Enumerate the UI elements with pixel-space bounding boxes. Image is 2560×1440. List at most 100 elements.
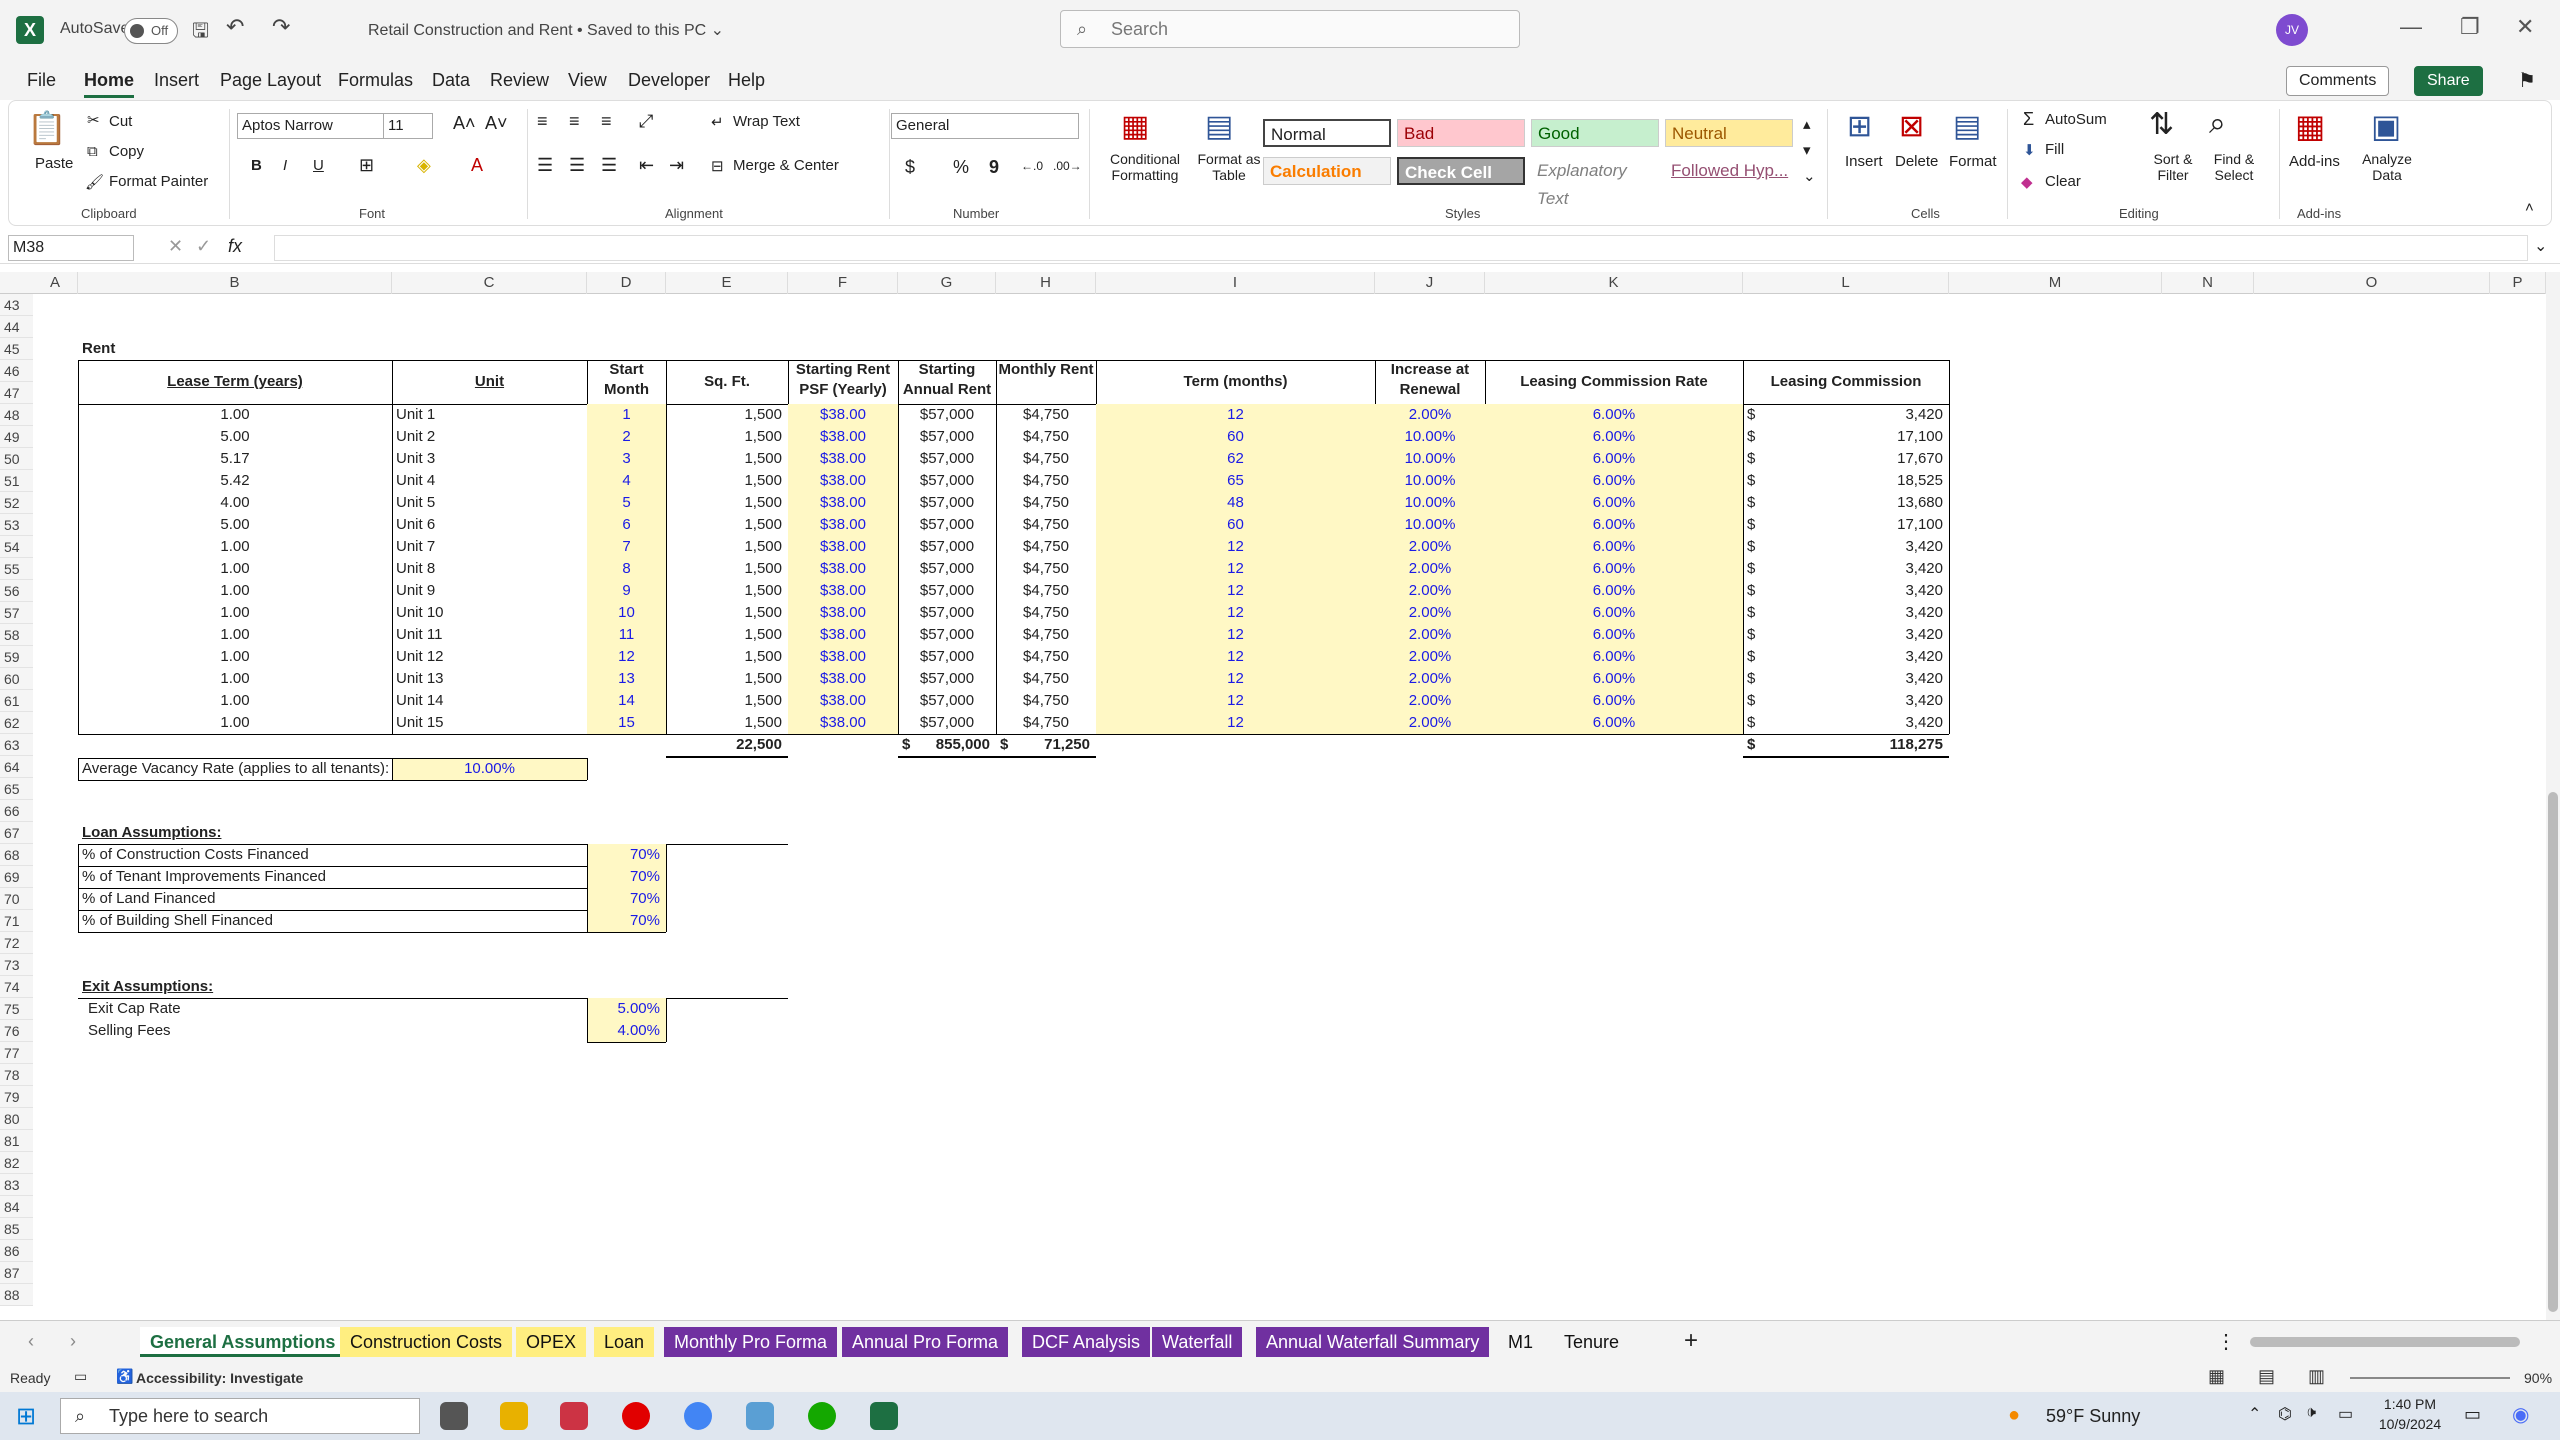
document-title[interactable]: Retail Construction and Rent • Saved to … bbox=[368, 20, 724, 40]
row-header[interactable]: 47 bbox=[0, 382, 33, 404]
styles-scroll-up-icon[interactable]: ▴ bbox=[1803, 115, 1811, 133]
italic-button[interactable]: I bbox=[283, 157, 287, 174]
tray-chevron-icon[interactable]: ⌃ bbox=[2248, 1404, 2261, 1424]
rent-cell[interactable]: 1.00 bbox=[78, 668, 392, 690]
row-header[interactable]: 81 bbox=[0, 1130, 33, 1152]
rent-cell[interactable]: $38.00 bbox=[788, 514, 898, 536]
merge-center-button[interactable]: Merge & Center bbox=[733, 157, 839, 174]
orientation-icon[interactable]: ⤢ bbox=[639, 111, 653, 132]
sheet-tab-general-assumptions[interactable]: General Assumptions bbox=[140, 1327, 346, 1357]
rent-cell[interactable]: 12 bbox=[1096, 558, 1375, 580]
loan-value[interactable]: 70% bbox=[587, 888, 666, 910]
increase-decimal-icon[interactable]: ←.0 bbox=[1021, 159, 1043, 173]
page-break-icon[interactable]: ▥ bbox=[2308, 1366, 2325, 1387]
find-select-button[interactable]: Find & Select bbox=[2199, 151, 2269, 183]
rent-cell[interactable]: $4,750 bbox=[996, 668, 1096, 690]
rent-cell[interactable]: 6.00% bbox=[1485, 404, 1743, 426]
rent-cell[interactable]: 1,500 bbox=[666, 690, 788, 712]
autosum-icon[interactable]: Σ bbox=[2023, 109, 2034, 130]
column-header-d[interactable]: D bbox=[587, 272, 666, 294]
rent-cell[interactable]: 11 bbox=[587, 624, 666, 646]
rent-cell[interactable]: 4 bbox=[587, 470, 666, 492]
rent-header-h[interactable]: Monthly Rent bbox=[996, 360, 1096, 404]
rent-header-d[interactable]: Start Month bbox=[587, 360, 666, 404]
rent-cell[interactable]: $57,000 bbox=[898, 580, 996, 602]
rent-cell[interactable]: 1,500 bbox=[666, 624, 788, 646]
redo-icon[interactable]: ↷ bbox=[272, 14, 290, 40]
rent-cell[interactable]: $38.00 bbox=[788, 492, 898, 514]
rent-commission-value[interactable]: 13,680 bbox=[1743, 492, 1949, 514]
row-header[interactable]: 74 bbox=[0, 976, 33, 998]
rent-header-i[interactable]: Term (months) bbox=[1096, 360, 1375, 404]
bold-button[interactable]: B bbox=[251, 157, 262, 174]
rent-cell[interactable]: 13 bbox=[587, 668, 666, 690]
style-neutral[interactable]: Neutral bbox=[1665, 119, 1793, 147]
rent-cell[interactable]: 2.00% bbox=[1375, 404, 1485, 426]
row-header[interactable]: 53 bbox=[0, 514, 33, 536]
rent-cell[interactable]: Unit 8 bbox=[392, 558, 587, 580]
zoom-level[interactable]: 90% bbox=[2524, 1370, 2552, 1386]
chrome-icon[interactable] bbox=[684, 1402, 712, 1430]
sheet-tab-construction-costs[interactable]: Construction Costs bbox=[340, 1327, 513, 1357]
rent-cell[interactable]: 1,500 bbox=[666, 646, 788, 668]
sheet-tab-annual-pro-forma[interactable]: Annual Pro Forma bbox=[842, 1327, 1009, 1357]
menu-insert[interactable]: Insert bbox=[154, 70, 199, 91]
prev-sheet-icon[interactable]: ‹ bbox=[28, 1331, 34, 1352]
vacancy-label[interactable]: Average Vacancy Rate (applies to all ten… bbox=[78, 758, 392, 780]
rent-cell[interactable]: 6.00% bbox=[1485, 536, 1743, 558]
rent-cell[interactable]: Unit 1 bbox=[392, 404, 587, 426]
rent-cell[interactable]: 1,500 bbox=[666, 470, 788, 492]
style-explanatory[interactable]: Explanatory Text bbox=[1531, 157, 1659, 208]
rent-commission-value[interactable]: 18,525 bbox=[1743, 470, 1949, 492]
rent-cell[interactable]: Unit 10 bbox=[392, 602, 587, 624]
rent-cell[interactable]: 2 bbox=[587, 426, 666, 448]
rent-cell[interactable]: 2.00% bbox=[1375, 624, 1485, 646]
display-icon[interactable]: ▭ bbox=[2338, 1404, 2353, 1424]
menu-developer[interactable]: Developer bbox=[628, 70, 710, 91]
menu-review[interactable]: Review bbox=[490, 70, 549, 91]
collapse-ribbon-icon[interactable]: ˄ bbox=[2525, 199, 2534, 216]
loan-label[interactable]: % of Land Financed bbox=[78, 888, 587, 910]
font-name-combo[interactable]: Aptos Narrow bbox=[237, 113, 385, 139]
search-box[interactable]: ⌕ Search bbox=[1060, 10, 1520, 48]
loan-label[interactable]: % of Construction Costs Financed bbox=[78, 844, 587, 866]
exit-section-title[interactable]: Exit Assumptions: bbox=[78, 976, 378, 998]
insert-cells-icon[interactable]: ⊞ bbox=[1847, 109, 1872, 144]
style-calculation[interactable]: Calculation bbox=[1263, 157, 1391, 185]
rent-commission-value[interactable]: 3,420 bbox=[1743, 558, 1949, 580]
rent-cell[interactable]: 10.00% bbox=[1375, 426, 1485, 448]
rent-commission-value[interactable]: 17,670 bbox=[1743, 448, 1949, 470]
rent-cell[interactable]: 1,500 bbox=[666, 426, 788, 448]
page-layout-icon[interactable]: ▤ bbox=[2258, 1366, 2275, 1387]
row-header[interactable]: 77 bbox=[0, 1042, 33, 1064]
rent-cell[interactable]: $38.00 bbox=[788, 690, 898, 712]
rent-cell[interactable]: 4.00 bbox=[78, 492, 392, 514]
row-header[interactable]: 46 bbox=[0, 360, 33, 382]
top-align-icon[interactable]: ≡ bbox=[537, 111, 548, 132]
rent-cell[interactable]: 5.00 bbox=[78, 426, 392, 448]
style-check-cell[interactable]: Check Cell bbox=[1397, 157, 1525, 185]
bottom-align-icon[interactable]: ≡ bbox=[601, 111, 612, 132]
middle-align-icon[interactable]: ≡ bbox=[569, 111, 580, 132]
rent-cell[interactable]: $38.00 bbox=[788, 426, 898, 448]
copy-button[interactable]: Copy bbox=[109, 143, 144, 160]
column-header-b[interactable]: B bbox=[78, 272, 392, 294]
rent-cell[interactable]: 65 bbox=[1096, 470, 1375, 492]
rent-cell[interactable]: 2.00% bbox=[1375, 580, 1485, 602]
scroll-thumb[interactable] bbox=[2548, 792, 2558, 1312]
rent-cell[interactable]: 62 bbox=[1096, 448, 1375, 470]
rent-cell[interactable]: 6.00% bbox=[1485, 426, 1743, 448]
rent-cell[interactable]: 6.00% bbox=[1485, 580, 1743, 602]
rent-cell[interactable]: 10.00% bbox=[1375, 492, 1485, 514]
rent-cell[interactable]: Unit 5 bbox=[392, 492, 587, 514]
column-header-o[interactable]: O bbox=[2254, 272, 2490, 294]
rent-cell[interactable]: $4,750 bbox=[996, 404, 1096, 426]
rent-cell[interactable]: 2.00% bbox=[1375, 536, 1485, 558]
opera-icon[interactable] bbox=[622, 1402, 650, 1430]
menu-page-layout[interactable]: Page Layout bbox=[220, 70, 321, 91]
format-painter-icon[interactable]: 🖌 bbox=[85, 173, 104, 191]
style-followed-hyperlink[interactable]: Followed Hyp... bbox=[1665, 157, 1793, 185]
column-header-i[interactable]: I bbox=[1096, 272, 1375, 294]
rent-cell[interactable]: Unit 2 bbox=[392, 426, 587, 448]
rent-cell[interactable]: $38.00 bbox=[788, 646, 898, 668]
